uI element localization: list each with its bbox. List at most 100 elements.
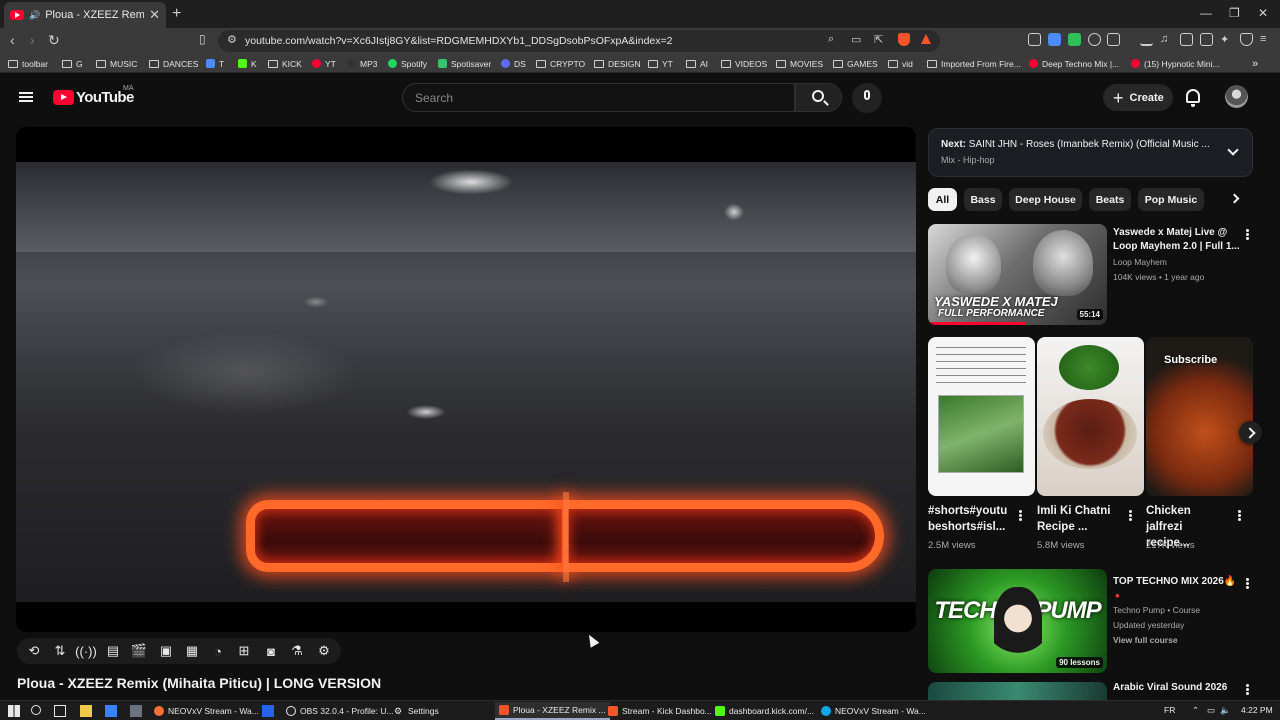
extension-icon[interactable] bbox=[1107, 33, 1120, 46]
start-icon[interactable] bbox=[8, 705, 20, 717]
short-title[interactable]: #shorts#youtu beshorts#isl... bbox=[928, 503, 1010, 535]
chip-pop-music[interactable]: Pop Music bbox=[1138, 188, 1204, 211]
reload-icon[interactable]: ↻ bbox=[48, 32, 60, 49]
bookmark-item[interactable]: GAMES bbox=[833, 56, 878, 71]
flask-icon[interactable]: ⚗ bbox=[289, 643, 305, 659]
video-title-rec3[interactable]: Arabic Viral Sound 2026 bbox=[1113, 681, 1241, 695]
guide-menu-icon[interactable] bbox=[19, 92, 33, 102]
taskbar-app[interactable]: dashboard.kick.com/... bbox=[711, 702, 818, 720]
wallet-icon[interactable] bbox=[1200, 33, 1213, 46]
brave-rewards-icon[interactable] bbox=[921, 34, 931, 44]
chip-bass[interactable]: Bass bbox=[964, 188, 1002, 211]
bookmark-item[interactable]: Spotisaver bbox=[438, 56, 491, 71]
site-info-icon[interactable]: ⚙ bbox=[227, 33, 237, 46]
chevron-up-icon[interactable]: ⌃ bbox=[1192, 705, 1199, 716]
extensions-puzzle-icon[interactable] bbox=[1088, 33, 1101, 46]
speaker-icon[interactable]: 🔊 bbox=[29, 10, 40, 21]
more-actions-icon[interactable] bbox=[1238, 510, 1241, 513]
playlist-thumbnail[interactable]: TECHNO PUMP 90 lessons bbox=[928, 569, 1107, 673]
new-tab-icon[interactable]: + bbox=[172, 5, 181, 23]
chip-all[interactable]: All bbox=[928, 188, 957, 211]
view-full-course-link[interactable]: View full course bbox=[1113, 633, 1178, 648]
speed-gauge-icon[interactable]: ◔ bbox=[210, 643, 226, 659]
video-frame[interactable] bbox=[16, 162, 916, 602]
broadcast-icon[interactable]: ((·)) bbox=[75, 643, 97, 659]
bookmark-item[interactable]: MOVIES bbox=[776, 56, 823, 71]
downloads-icon[interactable] bbox=[1140, 33, 1153, 46]
pen-extension-icon[interactable] bbox=[1028, 33, 1041, 46]
taskbar-app[interactable]: NEOVxV Stream - Wa... bbox=[817, 702, 930, 720]
sort-icon[interactable]: ⇅ bbox=[52, 643, 68, 659]
bookmark-item[interactable]: MP3 bbox=[347, 56, 377, 71]
close-window-icon[interactable]: ✕ bbox=[1258, 6, 1268, 20]
more-bookmarks-icon[interactable]: » bbox=[1252, 56, 1258, 71]
search-button[interactable] bbox=[795, 83, 842, 112]
video-title-rec2[interactable]: TOP TECHNO MIX 2026🔥 bbox=[1113, 575, 1241, 589]
short-thumbnail[interactable] bbox=[928, 337, 1035, 496]
music-icon[interactable]: ♫ bbox=[1160, 33, 1173, 46]
bookmark-item[interactable]: YT bbox=[312, 56, 336, 71]
video-title-rec1[interactable]: Yaswede x Matej Live @ Loop Mayhem 2.0 |… bbox=[1113, 226, 1241, 254]
loop-icon[interactable]: ⟲ bbox=[26, 643, 42, 659]
create-button[interactable]: + Create bbox=[1103, 84, 1173, 111]
avatar[interactable] bbox=[1225, 85, 1248, 108]
bookmark-item[interactable]: DESIGN bbox=[594, 56, 641, 71]
cast-icon[interactable]: ▭ bbox=[851, 33, 861, 46]
file-explorer-icon[interactable] bbox=[80, 705, 92, 717]
bookmark-item[interactable]: Deep Techno Mix |... bbox=[1029, 56, 1119, 71]
taskbar-app[interactable]: OBS 32.0.4 - Profile: U... bbox=[282, 702, 398, 720]
bookmark-item[interactable]: (15) Hypnotic Mini... bbox=[1131, 56, 1220, 71]
bookmark-item[interactable]: Spotify bbox=[388, 56, 427, 71]
short-thumbnail[interactable] bbox=[1037, 337, 1144, 496]
back-icon[interactable]: ‹ bbox=[10, 32, 15, 48]
bookmark-item[interactable]: DS bbox=[501, 56, 526, 71]
more-actions-icon[interactable] bbox=[1246, 684, 1249, 687]
bookmark-item[interactable]: G bbox=[62, 56, 83, 71]
bookmark-item[interactable]: vid bbox=[888, 56, 913, 71]
app-icon[interactable] bbox=[262, 705, 274, 717]
bookmark-item[interactable]: toolbar bbox=[8, 56, 48, 71]
clapperboard-icon[interactable]: 🎬 bbox=[131, 643, 147, 659]
taskbar-app[interactable]: ⚙ Settings bbox=[390, 702, 443, 720]
browser-tab-active[interactable]: 🔊 Ploua - XZEEZ Remix (Mihaita ✕ bbox=[4, 2, 166, 28]
short-thumbnail[interactable]: Subscribe bbox=[1146, 337, 1253, 496]
more-actions-icon[interactable] bbox=[1246, 578, 1249, 581]
bookmark-item[interactable]: KICK bbox=[268, 56, 302, 71]
bookmark-item[interactable]: AI bbox=[686, 56, 708, 71]
brave-shield-icon[interactable] bbox=[898, 33, 910, 46]
bookmark-item[interactable]: CRYPTO bbox=[536, 56, 585, 71]
task-view-icon[interactable] bbox=[54, 705, 66, 717]
close-tab-icon[interactable]: ✕ bbox=[149, 7, 160, 23]
sidebar-icon[interactable] bbox=[1180, 33, 1193, 46]
playlist-add-icon[interactable]: ▤ bbox=[105, 643, 121, 659]
menu-icon[interactable]: ≡ bbox=[1260, 33, 1273, 46]
bookmark-item[interactable]: Imported From Fire... bbox=[927, 56, 1021, 71]
search-input[interactable]: Search bbox=[402, 83, 795, 112]
bookmark-item[interactable]: MUSIC bbox=[96, 56, 137, 71]
video-player[interactable] bbox=[16, 127, 916, 632]
minimize-icon[interactable]: — bbox=[1200, 6, 1212, 20]
camera-icon[interactable]: ◙ bbox=[263, 643, 279, 659]
bookmark-item[interactable]: K bbox=[238, 56, 257, 71]
bookmark-item[interactable]: DANCES bbox=[149, 56, 198, 71]
vpn-icon[interactable] bbox=[1240, 33, 1253, 46]
video-thumbnail[interactable]: YASWEDE X MATEJ FULL PERFORMANCE 55:14 bbox=[928, 224, 1107, 325]
chip-deep-house[interactable]: Deep House bbox=[1009, 188, 1082, 211]
app-icon[interactable] bbox=[105, 705, 117, 717]
chevron-right-icon[interactable] bbox=[1229, 193, 1240, 204]
volume-icon[interactable]: 🔈 bbox=[1220, 705, 1231, 716]
short-title[interactable]: Imli Ki Chatni Recipe ... bbox=[1037, 503, 1119, 535]
extension-icon[interactable] bbox=[1068, 33, 1081, 46]
bookmark-icon[interactable]: ▯ bbox=[199, 32, 206, 46]
resize-icon[interactable]: ⊞ bbox=[236, 643, 252, 659]
channel-name[interactable]: Techno Pump • Course bbox=[1113, 603, 1200, 618]
film-icon[interactable]: ▦ bbox=[184, 643, 200, 659]
bookmark-item[interactable]: YT bbox=[648, 56, 673, 71]
share-icon[interactable]: ⇱ bbox=[874, 33, 883, 46]
taskbar-app[interactable]: Stream - Kick Dashbo... bbox=[604, 702, 716, 720]
taskbar-app[interactable]: NEOVxV Stream - Wa... bbox=[150, 702, 263, 720]
more-actions-icon[interactable] bbox=[1019, 510, 1022, 513]
up-next-card[interactable]: Next: SAINt JHN - Roses (Imanbek Remix) … bbox=[928, 128, 1253, 177]
shelf-next-button[interactable] bbox=[1239, 421, 1262, 444]
miniplayer-icon[interactable]: ▣ bbox=[158, 643, 174, 659]
